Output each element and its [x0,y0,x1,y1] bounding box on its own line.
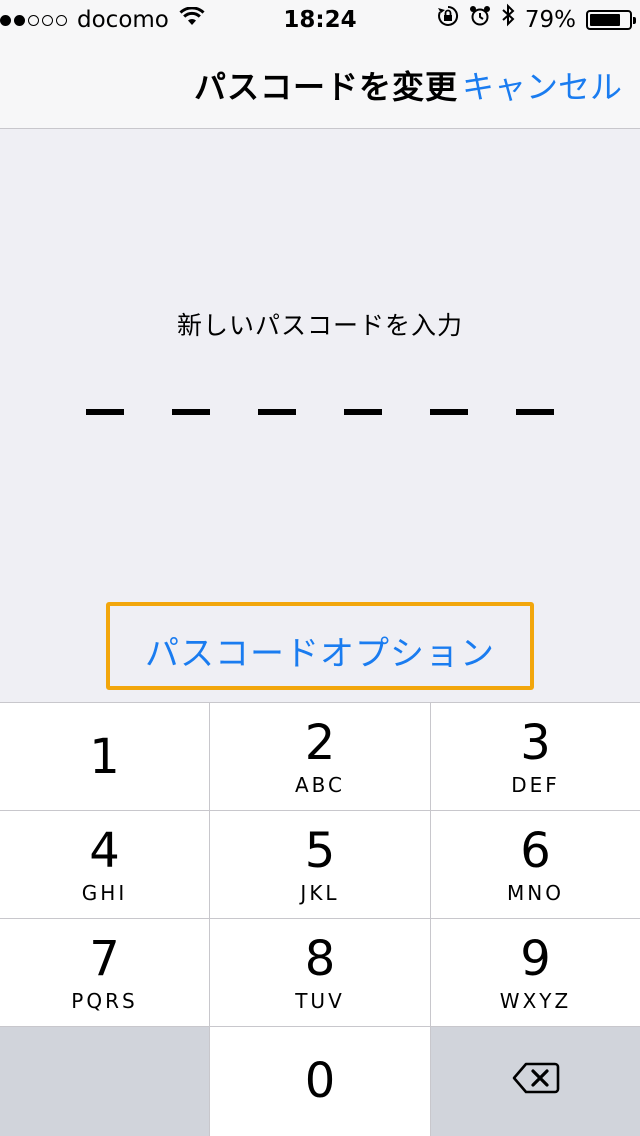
passcode-options-highlight: パスコードオプション [106,602,534,690]
key-digit: 8 [304,931,336,987]
key-digit: 0 [304,1053,336,1109]
key-letters: DEF [511,773,560,797]
key-digit: 6 [520,823,551,879]
key-digit: 9 [520,931,551,987]
key-digit: 5 [304,823,336,879]
passcode-digit-placeholder [86,409,124,415]
key-digit: 1 [89,729,120,785]
passcode-digit-placeholder [516,409,554,415]
key-digit: 4 [89,823,120,879]
key-digit: 3 [520,715,551,771]
bluetooth-icon [501,0,515,40]
key-letters: PQRS [71,989,138,1013]
key-digit: 7 [89,931,120,987]
key-7[interactable]: 7 PQRS [0,919,210,1027]
battery-icon [586,10,636,30]
rotation-lock-icon [437,0,459,40]
passcode-digit-placeholder [430,409,468,415]
key-digit: 2 [304,715,336,771]
key-9[interactable]: 9 WXYZ [431,919,640,1027]
battery-percent: 79% [524,7,576,33]
key-blank [0,1027,210,1136]
key-0[interactable]: 0 [210,1027,431,1136]
key-letters: WXYZ [499,989,572,1013]
passcode-digit-placeholder [258,409,296,415]
numeric-keypad: 1 2 ABC 3 DEF 4 GHI 5 JKL 6 MNO 7 PQRS 8… [0,702,640,1136]
key-4[interactable]: 4 GHI [0,811,210,919]
key-2[interactable]: 2 ABC [210,703,431,811]
key-letters: MNO [507,881,564,905]
nav-bar: パスコードを変更 キャンセル [0,40,640,129]
passcode-options-button[interactable]: パスコードオプション [110,626,530,675]
alarm-icon [469,0,491,40]
backspace-icon [512,1061,560,1099]
passcode-digit-placeholder [344,409,382,415]
key-8[interactable]: 8 TUV [210,919,431,1027]
status-right: 79% [437,0,636,40]
key-letters: TUV [295,989,345,1013]
key-1[interactable]: 1 [0,703,210,811]
key-letters: JKL [300,881,340,905]
page-title: パスコードを変更 [194,68,459,106]
passcode-prompt: 新しいパスコードを入力 [176,311,463,340]
passcode-digit-placeholder [172,409,210,415]
cancel-button[interactable]: キャンセル [462,62,622,108]
key-6[interactable]: 6 MNO [431,811,640,919]
delete-button[interactable] [431,1027,640,1136]
battery-level [590,14,621,26]
status-bar: docomo 18:24 79% [0,0,640,40]
key-letters: ABC [294,773,345,797]
key-5[interactable]: 5 JKL [210,811,431,919]
key-letters: GHI [81,881,128,905]
key-3[interactable]: 3 DEF [431,703,640,811]
